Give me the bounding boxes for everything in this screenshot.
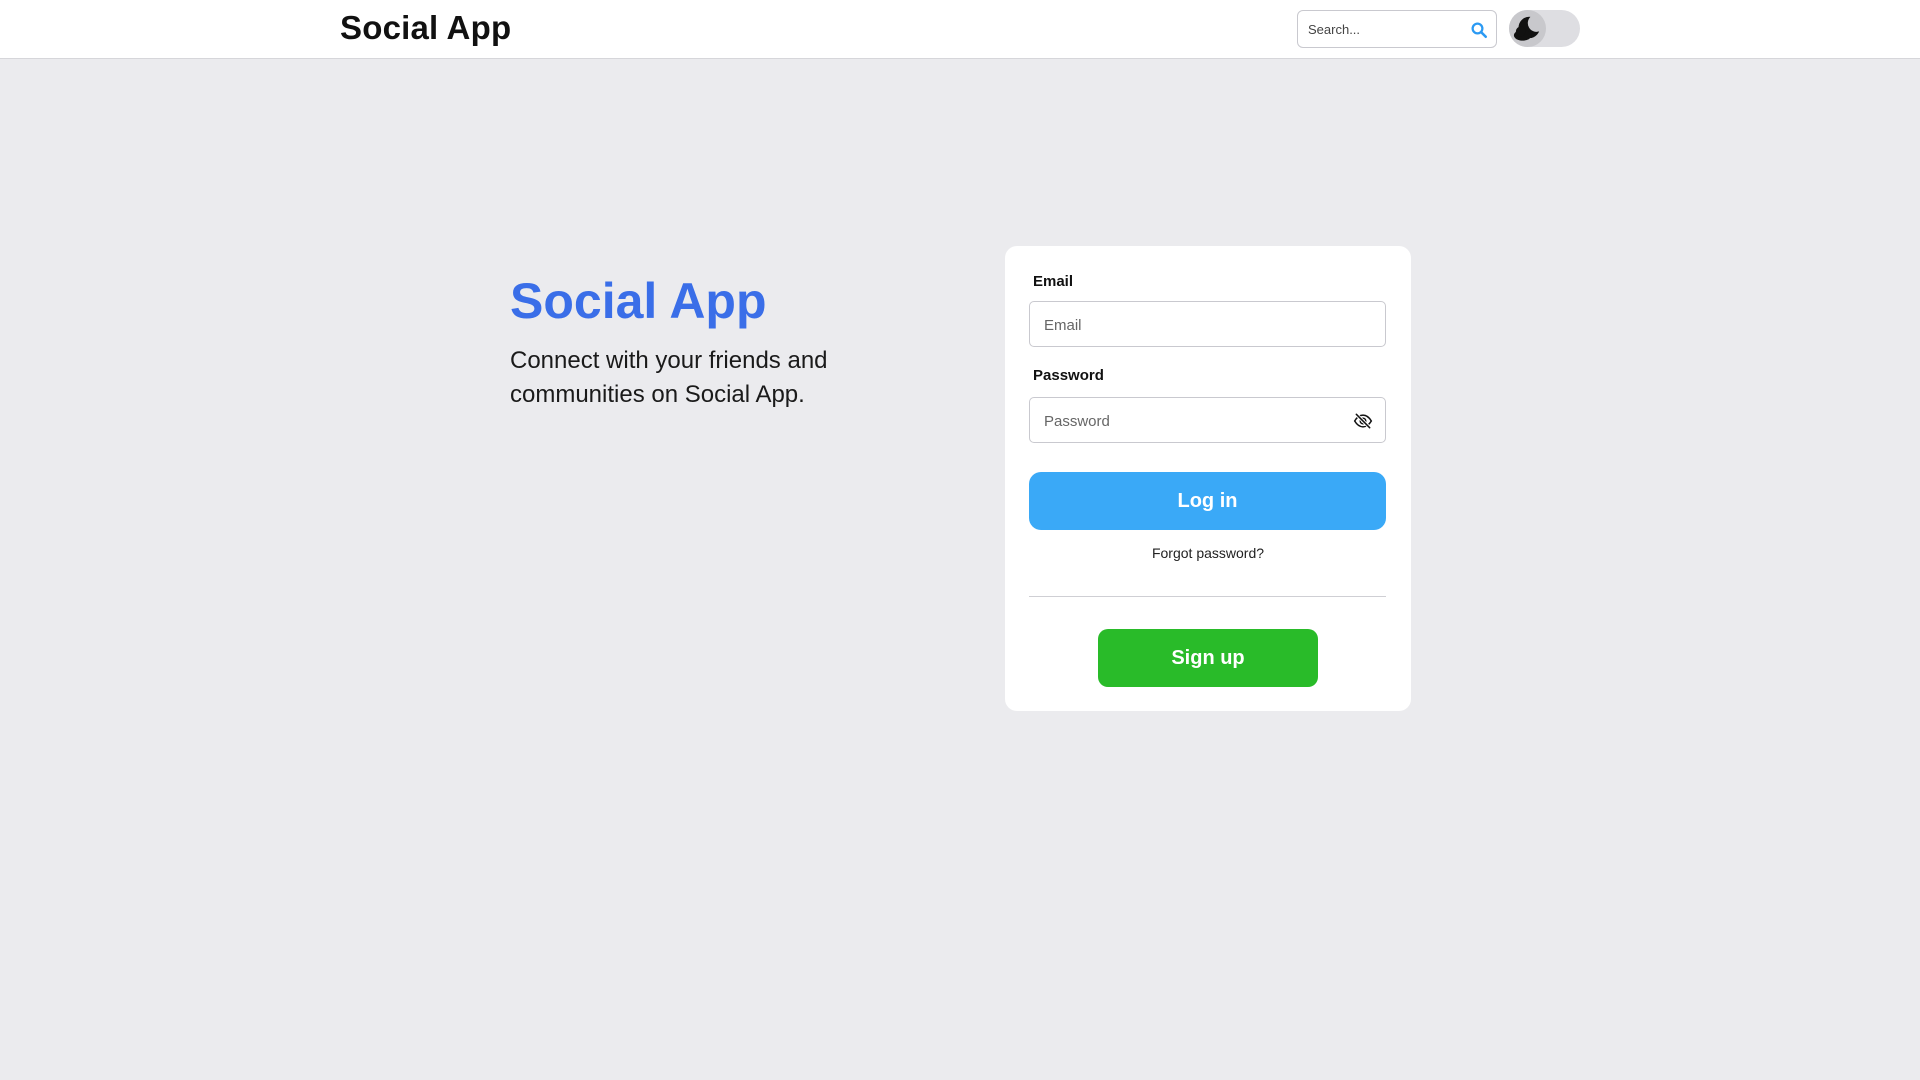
search-box[interactable] [1297, 10, 1497, 48]
forgot-password-link[interactable]: Forgot password? [1005, 545, 1411, 561]
search-input[interactable] [1308, 19, 1468, 39]
divider [1029, 596, 1386, 597]
password-field[interactable] [1044, 410, 1344, 432]
hero-subtitle: Connect with your friends and communitie… [510, 347, 828, 408]
email-label: Email [1033, 273, 1074, 290]
moon-icon [1513, 16, 1540, 41]
email-field[interactable] [1044, 314, 1344, 336]
eye-slash-icon[interactable] [1353, 411, 1373, 431]
theme-toggle-switch[interactable] [1509, 10, 1580, 47]
email-field-box[interactable] [1029, 301, 1386, 347]
hero-title: Social App [510, 273, 767, 329]
password-label: Password [1033, 367, 1104, 384]
toggle-knob[interactable] [1509, 10, 1546, 47]
search-icon[interactable] [1470, 21, 1488, 39]
login-button[interactable]: Log in [1029, 472, 1386, 530]
top-nav-bar: Social App [0, 0, 1920, 59]
app-logo-text[interactable]: Social App [340, 9, 511, 47]
login-card: Email Password Log in Forgot password? S… [1005, 246, 1411, 711]
password-field-box[interactable] [1029, 397, 1386, 443]
signup-button[interactable]: Sign up [1098, 629, 1318, 687]
